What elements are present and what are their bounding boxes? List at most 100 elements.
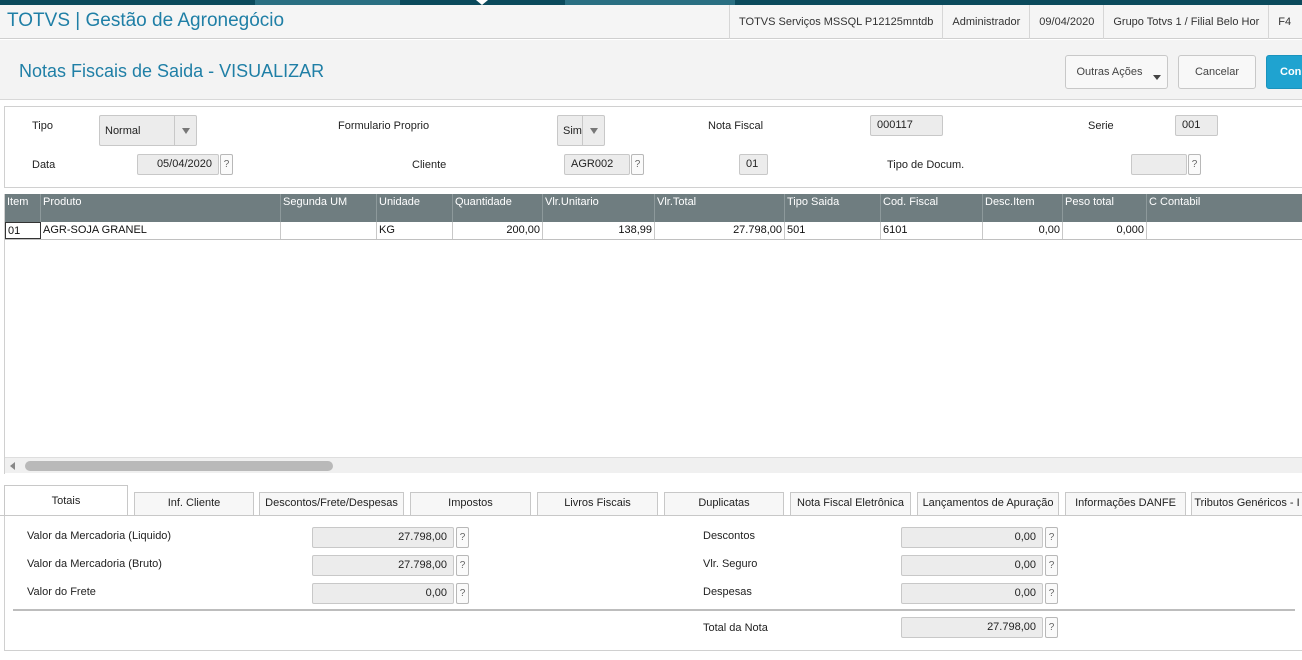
tab-inf-cliente[interactable]: Inf. Cliente xyxy=(134,492,254,515)
horizontal-scrollbar[interactable] xyxy=(5,457,1302,473)
tab-tributos-genericos[interactable]: Tributos Genéricos - I xyxy=(1191,492,1302,515)
column-header-vlr-total[interactable]: Vlr.Total xyxy=(655,194,785,222)
despesas-help-button[interactable]: ? xyxy=(1045,583,1058,604)
tipo-select[interactable]: Normal xyxy=(99,115,197,146)
chevron-down-icon xyxy=(1153,75,1161,80)
serie-field[interactable]: 001 xyxy=(1175,115,1218,136)
tab-descontos-frete-despesas[interactable]: Descontos/Frete/Despesas xyxy=(259,492,404,515)
cell-produto[interactable]: AGR-SOJA GRANEL xyxy=(41,222,281,239)
cell-vlr-unitario[interactable]: 138,99 xyxy=(543,222,655,239)
cell-vlr-total[interactable]: 27.798,00 xyxy=(655,222,785,239)
scrollbar-thumb[interactable] xyxy=(25,461,333,471)
frete-field[interactable]: 0,00 xyxy=(312,583,454,604)
column-header-peso-total[interactable]: Peso total xyxy=(1063,194,1147,222)
scroll-left-icon[interactable] xyxy=(10,462,15,470)
cell-unidade[interactable]: KG xyxy=(377,222,453,239)
descontos-field[interactable]: 0,00 xyxy=(901,527,1043,548)
tipo-documento-help-button[interactable]: ? xyxy=(1188,154,1201,175)
page-header: Notas Fiscais de Saida - VISUALIZAR Outr… xyxy=(0,40,1302,100)
nota-fiscal-label: Nota Fiscal xyxy=(708,120,764,132)
cliente-help-button[interactable]: ? xyxy=(631,154,644,175)
formulario-proprio-select[interactable]: Sim xyxy=(557,115,605,146)
total-nota-field[interactable]: 27.798,00 xyxy=(901,617,1043,638)
loja-field[interactable]: 01 xyxy=(739,154,768,175)
tab-livros-fiscais[interactable]: Livros Fiscais xyxy=(537,492,658,515)
tab-impostos[interactable]: Impostos xyxy=(410,492,531,515)
header-form: Tipo Normal Formulario Proprio Sim Nota … xyxy=(4,106,1302,188)
environment-info: TOTVS Serviços MSSQL P12125mntdb xyxy=(729,5,942,39)
column-header-c-contabil[interactable]: C Contabil xyxy=(1147,194,1302,222)
tab-duplicatas[interactable]: Duplicatas xyxy=(664,492,784,515)
tab-informacoes-danfe[interactable]: Informações DANFE xyxy=(1065,492,1186,515)
folder-tabs: Totais Inf. Cliente Descontos/Frete/Desp… xyxy=(0,484,1302,516)
data-help-button[interactable]: ? xyxy=(220,154,233,175)
cancel-button[interactable]: Cancelar xyxy=(1178,55,1256,89)
despesas-field[interactable]: 0,00 xyxy=(901,583,1043,604)
merc-bruto-label: Valor da Mercadoria (Bruto) xyxy=(27,558,162,570)
total-nota-label: Total da Nota xyxy=(703,622,768,634)
outras-acoes-label: Outras Ações xyxy=(1076,66,1143,78)
merc-bruto-field[interactable]: 27.798,00 xyxy=(312,555,454,576)
cell-segunda-um[interactable] xyxy=(281,222,377,239)
tipo-dropdown[interactable] xyxy=(174,116,196,145)
serie-label: Serie xyxy=(1088,120,1114,132)
column-header-segunda-um[interactable]: Segunda UM xyxy=(281,194,377,222)
tipo-documento-field[interactable] xyxy=(1131,154,1187,175)
date-info: 09/04/2020 xyxy=(1029,5,1103,39)
frete-help-button[interactable]: ? xyxy=(456,583,469,604)
column-header-unidade[interactable]: Unidade xyxy=(377,194,453,222)
outras-acoes-button[interactable]: Outras Ações xyxy=(1065,55,1168,89)
data-field[interactable]: 05/04/2020 xyxy=(137,154,219,175)
column-header-tipo-saida[interactable]: Tipo Saida xyxy=(785,194,881,222)
tab-nota-fiscal-eletronica[interactable]: Nota Fiscal Eletrônica xyxy=(790,492,911,515)
cell-peso-total[interactable]: 0,000 xyxy=(1063,222,1147,239)
seguro-field[interactable]: 0,00 xyxy=(901,555,1043,576)
user-info[interactable]: Administrador xyxy=(942,5,1029,39)
merc-liquido-field[interactable]: 27.798,00 xyxy=(312,527,454,548)
app-bar: TOTVS | Gestão de Agronegócio TOTVS Serv… xyxy=(0,5,1302,39)
grid-header: Item Produto Segunda UM Unidade Quantida… xyxy=(5,194,1302,222)
column-header-quantidade[interactable]: Quantidade xyxy=(453,194,543,222)
cliente-field[interactable]: AGR002 xyxy=(564,154,630,175)
descontos-help-button[interactable]: ? xyxy=(1045,527,1058,548)
descontos-label: Descontos xyxy=(703,530,755,542)
totals-divider xyxy=(13,609,1295,611)
column-header-vlr-unitario[interactable]: Vlr.Unitario xyxy=(543,194,655,222)
page-title: Notas Fiscais de Saida - VISUALIZAR xyxy=(19,61,325,81)
tipo-label: Tipo xyxy=(32,120,53,132)
tipo-value: Normal xyxy=(105,125,141,137)
column-header-item[interactable]: Item xyxy=(5,194,41,222)
tab-totais[interactable]: Totais xyxy=(4,485,128,516)
cell-quantidade[interactable]: 200,00 xyxy=(453,222,543,239)
nota-fiscal-field[interactable]: 000117 xyxy=(870,115,943,136)
cell-item[interactable]: 01 xyxy=(5,222,41,239)
merc-liquido-help-button[interactable]: ? xyxy=(456,527,469,548)
f4-shortcut[interactable]: F4 xyxy=(1268,5,1300,39)
frete-label: Valor do Frete xyxy=(27,586,96,598)
column-header-desc-item[interactable]: Desc.Item xyxy=(983,194,1063,222)
total-nota-help-button[interactable]: ? xyxy=(1045,617,1058,638)
tab-lancamentos-apuracao[interactable]: Lançamentos de Apuração xyxy=(917,492,1059,515)
app-title: TOTVS | Gestão de Agronegócio xyxy=(7,10,285,31)
cliente-label: Cliente xyxy=(412,159,447,171)
cell-cod-fiscal[interactable]: 6101 xyxy=(881,222,983,239)
merc-liquido-label: Valor da Mercadoria (Liquido) xyxy=(27,530,172,542)
chevron-down-icon xyxy=(590,128,598,134)
column-header-produto[interactable]: Produto xyxy=(41,194,281,222)
column-header-cod-fiscal[interactable]: Cod. Fiscal xyxy=(881,194,983,222)
formulario-proprio-label: Formulario Proprio xyxy=(338,120,430,132)
cell-c-contabil[interactable] xyxy=(1147,222,1302,239)
seguro-help-button[interactable]: ? xyxy=(1045,555,1058,576)
table-row[interactable]: 01 AGR-SOJA GRANEL KG 200,00 138,99 27.7… xyxy=(5,222,1302,240)
despesas-label: Despesas xyxy=(703,586,752,598)
confirm-button[interactable]: Con xyxy=(1266,55,1302,89)
tipo-documento-label: Tipo de Docum. xyxy=(887,159,965,171)
cell-tipo-saida[interactable]: 501 xyxy=(785,222,881,239)
branch-info[interactable]: Grupo Totvs 1 / Filial Belo Hor xyxy=(1103,5,1268,39)
totals-panel: Valor da Mercadoria (Liquido) 27.798,00 … xyxy=(4,516,1302,651)
items-grid: Item Produto Segunda UM Unidade Quantida… xyxy=(4,194,1302,474)
formulario-proprio-dropdown[interactable] xyxy=(582,116,604,145)
merc-bruto-help-button[interactable]: ? xyxy=(456,555,469,576)
chevron-down-icon xyxy=(182,128,190,134)
cell-desc-item[interactable]: 0,00 xyxy=(983,222,1063,239)
